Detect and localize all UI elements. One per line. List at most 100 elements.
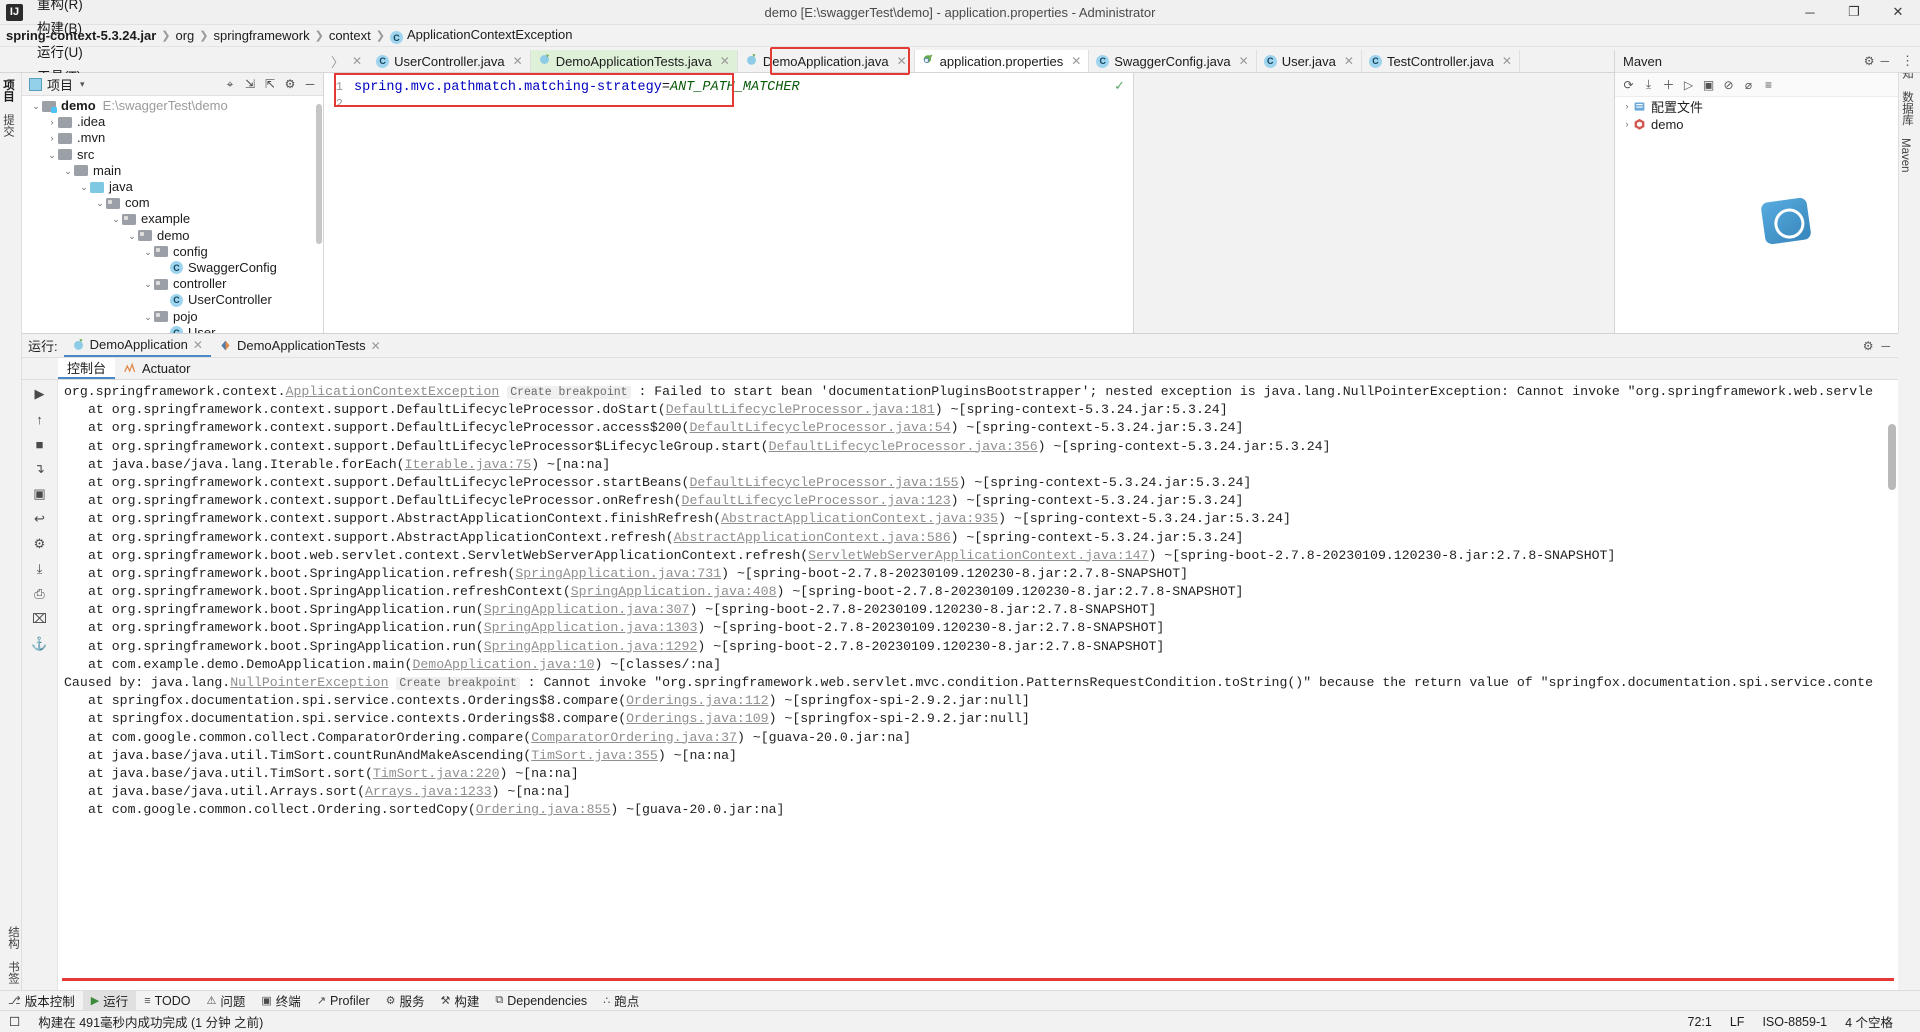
console-link[interactable]: TimSort.java:220 [373, 766, 500, 781]
editor-tab-6[interactable]: C TestController.java ✕ [1362, 50, 1520, 72]
tree-twisty-icon[interactable]: ⌄ [30, 98, 42, 114]
tool-window-button-9[interactable]: ∴ 跑点 [595, 991, 647, 1010]
settings-icon[interactable]: ⚙ [1858, 54, 1881, 68]
breadcrumb-item-1[interactable]: org [176, 28, 195, 43]
console-link[interactable]: Orderings.java:109 [626, 711, 768, 726]
show-diagram-icon[interactable]: ≡ [1759, 75, 1778, 94]
close-icon[interactable]: ✕ [1502, 54, 1512, 68]
scroll-to-end-icon[interactable]: ⤓ [29, 558, 51, 580]
settings-icon[interactable]: ⚙ [280, 75, 300, 94]
console-link[interactable]: ServletWebServerApplicationContext.java:… [808, 548, 1148, 563]
tool-window-button-6[interactable]: ⚙ 服务 [378, 991, 433, 1010]
console-link[interactable]: DefaultLifecycleProcessor.java:356 [769, 439, 1038, 454]
tree-node-14[interactable]: C User [22, 325, 323, 333]
rerun-icon[interactable]: ▶ [29, 383, 51, 405]
breadcrumb-item-4[interactable]: C ApplicationContextException [389, 27, 572, 45]
console-link[interactable]: Orderings.java:112 [626, 693, 768, 708]
lock-icon[interactable]: ☐ [0, 1014, 29, 1029]
maven-node-0[interactable]: › 配置文件 [1615, 97, 1898, 115]
console-link[interactable]: DemoApplication.java:10 [412, 657, 594, 672]
code-editor[interactable]: 12 spring.mvc.pathmatch.matching-strateg… [324, 73, 1134, 333]
thread-dump-icon[interactable]: ↴ [29, 458, 51, 480]
tree-twisty-icon[interactable]: ⌄ [126, 228, 138, 244]
wrap-text-icon[interactable]: ↩ [29, 508, 51, 530]
console-link[interactable]: DefaultLifecycleProcessor.java:54 [689, 420, 950, 435]
close-icon[interactable]: ✕ [513, 54, 523, 68]
maven-tree[interactable]: › 配置文件 › demo [1615, 97, 1898, 133]
tree-twisty-icon[interactable]: ⌄ [62, 163, 74, 179]
tree-node-10[interactable]: C SwaggerConfig [22, 260, 323, 276]
run-maven-build-icon[interactable]: ▷ [1679, 75, 1698, 94]
tree-node-4[interactable]: ⌄ main [22, 163, 323, 179]
caret-position[interactable]: 72:1 [1679, 1015, 1721, 1029]
console-link[interactable]: Iterable.java:75 [405, 457, 532, 472]
tool-window-button-0[interactable]: ⎇ 版本控制 [0, 991, 83, 1010]
close-icon[interactable]: ✕ [1071, 54, 1081, 68]
tree-node-1[interactable]: › .idea [22, 114, 323, 130]
clear-all-icon[interactable]: ⌧ [29, 608, 51, 630]
console-link[interactable]: Ordering.java:855 [476, 802, 611, 817]
console-link[interactable]: SpringApplication.java:731 [515, 566, 721, 581]
editor-tab-0[interactable]: C UserController.java ✕ [369, 50, 531, 72]
close-icon[interactable]: ✕ [1239, 54, 1249, 68]
tool-window-button-2[interactable]: ≡ TODO [136, 991, 198, 1010]
toggle-skip-tests-icon[interactable]: ⊘ [1719, 75, 1738, 94]
tree-twisty-icon[interactable]: ⌄ [78, 179, 90, 195]
maven-node-1[interactable]: › demo [1615, 115, 1898, 133]
scroll-up-icon[interactable]: ↑ [29, 408, 51, 430]
close-icon[interactable]: ✕ [352, 54, 362, 68]
console-link[interactable]: AbstractApplicationContext.java:586 [674, 530, 951, 545]
tree-node-8[interactable]: ⌄ demo [22, 228, 323, 244]
tree-node-7[interactable]: ⌄ example [22, 211, 323, 227]
maximize-button[interactable]: ❐ [1832, 0, 1876, 24]
tool-window-button-4[interactable]: ▣ 终端 [253, 991, 308, 1010]
indent-setting[interactable]: 4 个空格 [1836, 1012, 1902, 1031]
menu-item-7[interactable]: 运行(U) [30, 39, 93, 63]
editor-tab-3[interactable]: application.properties ✕ [914, 50, 1090, 72]
right-strip-item-2[interactable]: Maven [1899, 132, 1911, 179]
tree-twisty-icon[interactable]: › [46, 114, 58, 130]
create-breakpoint-label[interactable]: Create breakpoint [396, 677, 520, 690]
close-button[interactable]: ✕ [1876, 0, 1920, 24]
pin-icon[interactable]: ⚓ [29, 633, 51, 655]
project-tree[interactable]: ⌄ demo E:\swaggerTest\demo › .idea › .mvn ⌄ src ⌄… [22, 96, 323, 333]
left-strip-item-0[interactable]: 项目 [0, 73, 16, 108]
tree-twisty-icon[interactable]: ⌄ [142, 244, 154, 260]
tree-twisty-icon[interactable]: ⌄ [46, 147, 58, 163]
run-tab-1[interactable]: DemoApplicationTests ✕ [211, 334, 389, 357]
print-icon[interactable]: ⎙ [29, 583, 51, 605]
tree-node-6[interactable]: ⌄ com [22, 195, 323, 211]
console-link[interactable]: SpringApplication.java:307 [484, 602, 690, 617]
tree-node-2[interactable]: › .mvn [22, 130, 323, 146]
add-maven-project-icon[interactable]: ＋ [1659, 75, 1678, 94]
file-encoding[interactable]: ISO-8859-1 [1753, 1015, 1836, 1029]
tool-window-button-5[interactable]: ↗ Profiler [309, 991, 378, 1010]
tree-node-3[interactable]: ⌄ src [22, 147, 323, 163]
console-link[interactable]: SpringApplication.java:1303 [484, 620, 698, 635]
console-link[interactable]: NullPointerException [230, 675, 388, 690]
console-link[interactable]: DefaultLifecycleProcessor.java:155 [689, 475, 958, 490]
tree-node-9[interactable]: ⌄ config [22, 244, 323, 260]
tool-window-button-1[interactable]: ▶ 运行 [82, 991, 137, 1010]
console-link[interactable]: DefaultLifecycleProcessor.java:181 [666, 402, 935, 417]
console-link[interactable]: DefaultLifecycleProcessor.java:123 [682, 493, 951, 508]
inspection-status-icon[interactable]: ✓ [1114, 78, 1125, 94]
generate-sources-icon[interactable]: ⤓ [1639, 75, 1658, 94]
project-tree-scrollbar[interactable] [316, 104, 322, 244]
console-link[interactable]: SpringApplication.java:1292 [484, 639, 698, 654]
console-scrollbar[interactable] [1888, 424, 1896, 490]
tree-twisty-icon[interactable]: › [1621, 101, 1633, 111]
toggle-offline-icon[interactable]: ⌀ [1739, 75, 1758, 94]
settings-icon[interactable]: ⚙ [29, 533, 51, 555]
editor-tab-4[interactable]: C SwaggerConfig.java ✕ [1089, 50, 1257, 72]
tree-twisty-icon[interactable]: ⌄ [142, 309, 154, 325]
console-link[interactable]: TimSort.java:355 [531, 748, 658, 763]
console-link[interactable]: Arrays.java:1233 [365, 784, 492, 799]
right-strip-item-1[interactable]: 数据库 [1899, 85, 1915, 132]
menu-item-5[interactable]: 重构(R) [30, 0, 93, 15]
run-tab-0[interactable]: DemoApplication ✕ [63, 334, 211, 357]
tool-window-button-3[interactable]: ⚠ 问题 [199, 991, 254, 1010]
expand-all-icon[interactable]: ⇲ [240, 75, 260, 94]
close-icon[interactable]: ✕ [371, 339, 381, 353]
tree-twisty-icon[interactable]: ⌄ [110, 211, 122, 227]
